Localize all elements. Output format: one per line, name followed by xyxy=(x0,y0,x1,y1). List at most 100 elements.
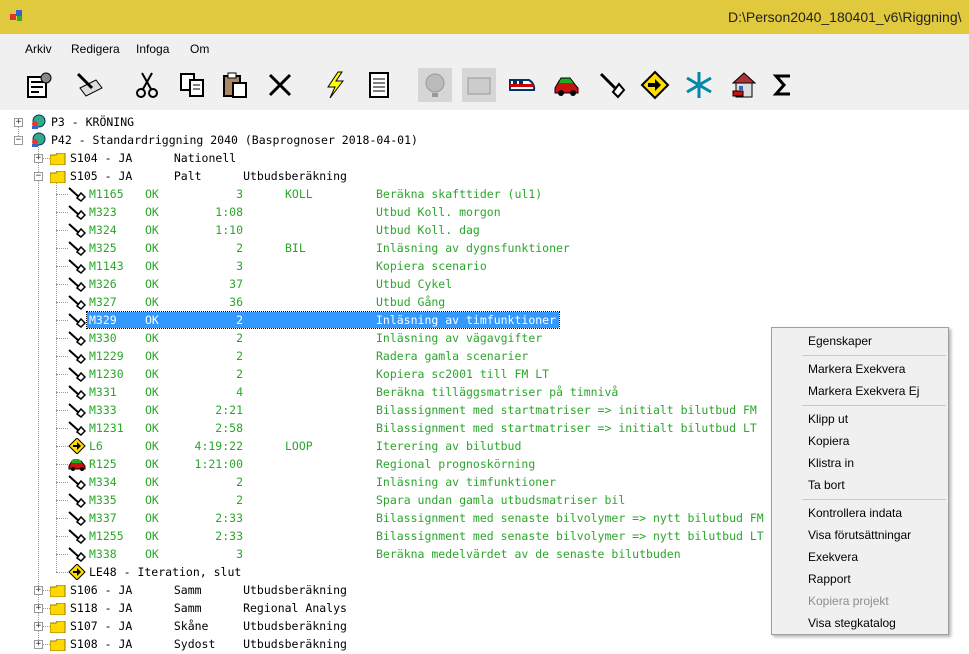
module-description: Spara undan gamla utbudsmatriser bil xyxy=(376,493,626,507)
arrow-sign-icon[interactable] xyxy=(638,68,672,102)
tree-line xyxy=(56,500,68,501)
ctx-kopiera[interactable]: Kopiera xyxy=(808,434,849,448)
tool-icon xyxy=(68,240,87,256)
module-tag: KOLL xyxy=(285,187,313,201)
ctx-rapport[interactable]: Rapport xyxy=(808,572,851,586)
ctx-separator xyxy=(802,405,946,406)
expand-toggle[interactable]: + xyxy=(34,586,43,595)
module-runtime: 2:33 xyxy=(215,529,243,543)
properties-icon[interactable] xyxy=(22,68,56,102)
module-runtime: 2 xyxy=(236,475,243,489)
tool-icon xyxy=(68,276,87,292)
module-id: M338 xyxy=(89,547,117,561)
module-status: OK xyxy=(145,331,159,345)
module-description: Bilassignment med senaste bilvolymer => … xyxy=(376,529,764,543)
module-id: M329 xyxy=(89,313,117,327)
module-description: Utbud Gång xyxy=(376,295,446,309)
ctx-separator xyxy=(802,499,946,500)
ctx-kontrollera-indata[interactable]: Kontrollera indata xyxy=(808,506,902,520)
module-id: M1231 xyxy=(89,421,124,435)
train-icon[interactable] xyxy=(505,68,539,102)
module-runtime: 1:10 xyxy=(215,223,243,237)
module-runtime: 2 xyxy=(236,349,243,363)
module-tag: LOOP xyxy=(285,439,313,453)
menu-om[interactable]: Om xyxy=(190,42,209,56)
module-status: OK xyxy=(145,403,159,417)
module-status: OK xyxy=(145,547,159,561)
module-status: OK xyxy=(145,295,159,309)
ctx-visa-stegkatalog[interactable]: Visa stegkatalog xyxy=(808,616,896,630)
car-icon[interactable] xyxy=(550,68,584,102)
expand-toggle[interactable]: + xyxy=(34,604,43,613)
tool-icon xyxy=(68,186,87,202)
module-status: OK xyxy=(145,367,159,381)
module-runtime: 3 xyxy=(236,547,243,561)
module-id: M1165 xyxy=(89,187,124,201)
module-runtime: 2:33 xyxy=(215,511,243,525)
folder-icon xyxy=(49,152,66,166)
folder-icon[interactable] xyxy=(462,68,496,102)
tree-line xyxy=(56,482,68,483)
expand-toggle[interactable]: + xyxy=(34,640,43,649)
module-id: M331 xyxy=(89,385,117,399)
delete-icon[interactable] xyxy=(263,68,297,102)
ctx-klipp-ut[interactable]: Klipp ut xyxy=(808,412,848,426)
ctx-ta-bort[interactable]: Ta bort xyxy=(808,478,845,492)
snowflake-icon[interactable] xyxy=(682,68,716,102)
menu-arkiv[interactable]: Arkiv xyxy=(25,42,52,56)
module-id: M1143 xyxy=(89,259,124,273)
house-icon[interactable] xyxy=(727,68,761,102)
ctx-markera-exekvera-ej[interactable]: Markera Exekvera Ej xyxy=(808,384,919,398)
tree-line xyxy=(56,464,68,465)
menu-infoga[interactable]: Infoga xyxy=(136,42,169,56)
tool-icon xyxy=(68,528,87,544)
ctx-markera-exekvera[interactable]: Markera Exekvera xyxy=(808,362,905,376)
tree-line xyxy=(56,302,68,303)
module-id: M330 xyxy=(89,331,117,345)
ctx-visa-forutsattningar[interactable]: Visa förutsättningar xyxy=(808,528,911,542)
module-description: Kopiera sc2001 till FM LT xyxy=(376,367,550,381)
copy-icon[interactable] xyxy=(175,68,209,102)
collapse-toggle[interactable]: − xyxy=(14,136,23,145)
menu-redigera[interactable]: Redigera xyxy=(71,42,120,56)
module-runtime: 2:58 xyxy=(215,421,243,435)
sigma-icon[interactable] xyxy=(766,68,800,102)
tree-line xyxy=(56,181,57,572)
tree-line xyxy=(56,446,68,447)
document-icon[interactable] xyxy=(362,68,396,102)
tree-line xyxy=(56,410,68,411)
module-runtime: 2 xyxy=(236,331,243,345)
run-icon[interactable] xyxy=(72,68,106,102)
scenario-node: S104 - JA Nationell xyxy=(70,151,237,165)
folder-icon xyxy=(49,620,66,634)
ctx-egenskaper[interactable]: Egenskaper xyxy=(808,334,872,348)
scenario-node: S108 - JA Sydost Utbudsberäkning xyxy=(70,637,347,651)
module-status: OK xyxy=(145,205,159,219)
lightning-icon[interactable] xyxy=(318,68,352,102)
expand-toggle[interactable]: + xyxy=(34,154,43,163)
scenario-node: S107 - JA Skåne Utbudsberäkning xyxy=(70,619,347,633)
module-tag: BIL xyxy=(285,241,306,255)
tool-icon[interactable] xyxy=(595,68,629,102)
module-description: Bilassignment med startmatriser => initi… xyxy=(376,403,757,417)
module-status: OK xyxy=(145,259,159,273)
module-status: OK xyxy=(145,475,159,489)
ctx-separator xyxy=(802,355,946,356)
expand-toggle[interactable]: + xyxy=(34,622,43,631)
loop-sign-icon xyxy=(68,563,86,581)
module-status: OK xyxy=(145,313,159,327)
globe-icon[interactable] xyxy=(418,68,452,102)
folder-icon xyxy=(49,602,66,616)
ctx-kopiera-projekt: Kopiera projekt xyxy=(808,594,889,608)
module-description: Beräkna tilläggsmatriser på timnivå xyxy=(376,385,619,399)
module-status: OK xyxy=(145,223,159,237)
ctx-exekvera[interactable]: Exekvera xyxy=(808,550,858,564)
ctx-klistra-in[interactable]: Klistra in xyxy=(808,456,854,470)
module-id: M334 xyxy=(89,475,117,489)
cut-icon[interactable] xyxy=(130,68,164,102)
collapse-toggle[interactable]: − xyxy=(34,172,43,181)
expand-toggle[interactable]: + xyxy=(14,118,23,127)
paste-icon[interactable] xyxy=(218,68,252,102)
tree-line xyxy=(56,356,68,357)
tool-icon xyxy=(68,546,87,562)
